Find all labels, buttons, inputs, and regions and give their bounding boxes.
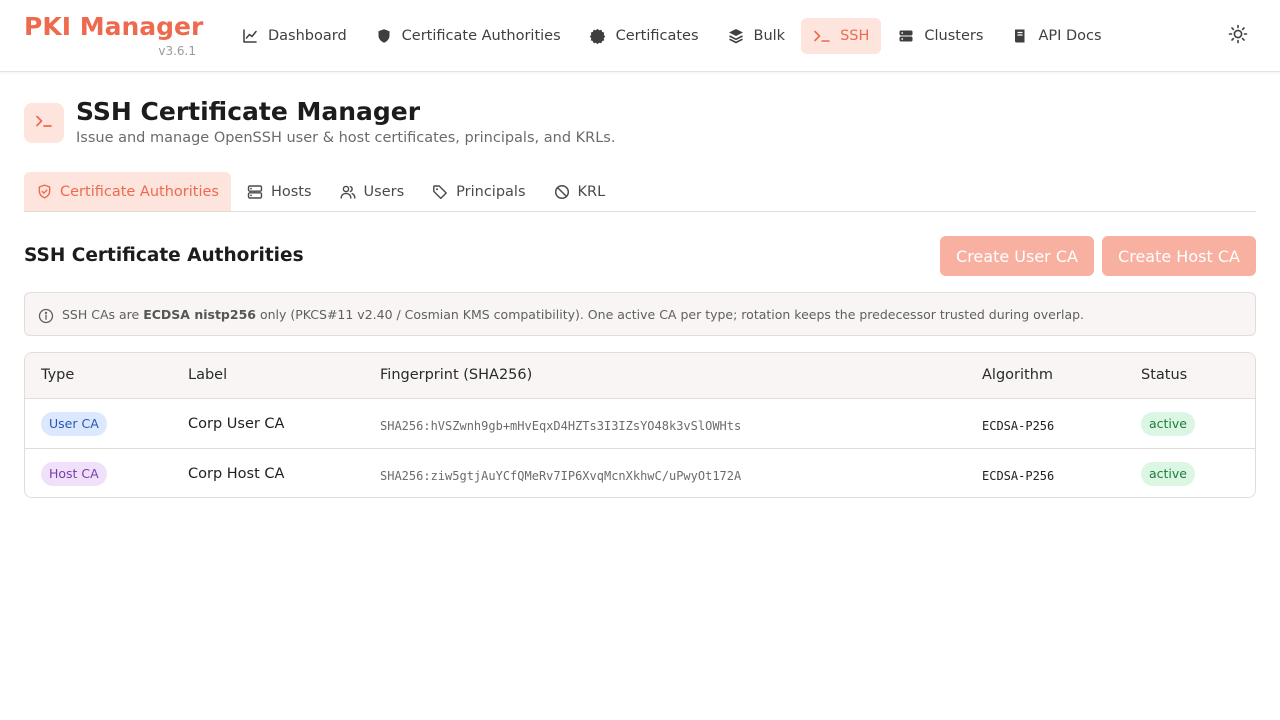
ca-label: Corp User CA bbox=[188, 416, 285, 432]
type-badge: Host CA bbox=[41, 462, 107, 486]
nav-item-api-docs[interactable]: API Docs bbox=[999, 18, 1113, 54]
info-banner: SSH CAs are ECDSA nistp256 only (PKCS#11… bbox=[24, 292, 1256, 336]
tab-principals[interactable]: Principals bbox=[420, 172, 537, 211]
info-prefix: SSH CAs are bbox=[62, 306, 144, 322]
server-icon bbox=[897, 27, 915, 45]
layers-icon bbox=[727, 27, 745, 45]
column-header-algorithm: Algorithm bbox=[982, 367, 1054, 383]
status-cell: active bbox=[1141, 399, 1195, 449]
nav-item-clusters[interactable]: Clusters bbox=[885, 18, 995, 54]
section-title: SSH Certificate Authorities bbox=[24, 245, 304, 266]
page-title: SSH Certificate Manager bbox=[76, 97, 421, 126]
info-suffix: only (PKCS#11 v2.40 / Cosmian KMS compat… bbox=[255, 306, 1085, 322]
nav-item-certificate-authorities[interactable]: Certificate Authorities bbox=[363, 18, 573, 54]
nav-item-label: SSH bbox=[840, 28, 870, 44]
table-row[interactable]: Host CA Corp Host CA SHA256:ziw5gtjAuYCf… bbox=[25, 449, 1255, 497]
badge-icon bbox=[589, 27, 607, 45]
info-text: SSH CAs are ECDSA nistp256 only (PKCS#11… bbox=[62, 307, 1084, 322]
column-header-type: Type bbox=[41, 367, 75, 383]
main-nav: Dashboard Certificate Authorities Certif… bbox=[229, 18, 1118, 54]
info-emphasis: ECDSA nistp256 bbox=[143, 306, 256, 322]
nav-item-label: Bulk bbox=[753, 28, 786, 44]
page-icon bbox=[24, 103, 64, 143]
tab-hosts[interactable]: Hosts bbox=[235, 172, 324, 211]
ca-label: Corp Host CA bbox=[188, 466, 285, 482]
label-cell: Corp Host CA bbox=[188, 449, 285, 497]
nav-item-label: Certificates bbox=[615, 28, 699, 44]
terminal-icon bbox=[35, 113, 53, 133]
theme-toggle-button[interactable] bbox=[1226, 24, 1250, 48]
app-title[interactable]: PKI Manager bbox=[24, 12, 203, 42]
page-subtitle: Issue and manage OpenSSH user & host cer… bbox=[76, 130, 616, 146]
fingerprint-cell: SHA256:ziw5gtjAuYCfQMeRv7IP6XvqMcnXkhwC/… bbox=[380, 449, 742, 497]
create-host-ca-button[interactable]: Create Host CA bbox=[1102, 236, 1256, 276]
algorithm-cell: ECDSA-P256 bbox=[982, 399, 1054, 449]
nav-item-ssh[interactable]: SSH bbox=[801, 18, 882, 54]
terminal-icon bbox=[813, 27, 831, 45]
info-icon bbox=[37, 307, 55, 325]
ssh-ca-table: Type Label Fingerprint (SHA256) Algorith… bbox=[24, 352, 1256, 498]
column-header-fingerprint: Fingerprint (SHA256) bbox=[380, 367, 533, 383]
nav-item-label: Clusters bbox=[924, 28, 984, 44]
tab-label: KRL bbox=[577, 183, 606, 200]
algorithm: ECDSA-P256 bbox=[982, 468, 1055, 483]
fingerprint: SHA256:ziw5gtjAuYCfQMeRv7IP6XvqMcnXkhwC/… bbox=[380, 468, 742, 483]
column-header-status: Status bbox=[1141, 367, 1188, 383]
type-cell: User CA bbox=[41, 399, 107, 449]
type-cell: Host CA bbox=[41, 449, 107, 497]
app-version: v3.6.1 bbox=[158, 44, 196, 58]
nav-item-bulk[interactable]: Bulk bbox=[715, 18, 798, 54]
type-badge: User CA bbox=[41, 412, 107, 436]
chart-line-icon bbox=[241, 27, 259, 45]
status-badge: active bbox=[1141, 462, 1195, 486]
algorithm: ECDSA-P256 bbox=[982, 418, 1055, 433]
tab-label: Users bbox=[363, 183, 405, 200]
top-navbar: PKI Manager v3.6.1 Dashboard Certificate… bbox=[0, 0, 1280, 72]
tab-label: Hosts bbox=[270, 183, 312, 200]
ssh-tabs: Certificate Authorities Hosts Users Prin… bbox=[24, 172, 1256, 212]
users-icon bbox=[340, 184, 356, 200]
book-icon bbox=[1011, 27, 1029, 45]
fingerprint-cell: SHA256:hVSZwnh9gb+mHvEqxD4HZTs3I3IZsYO48… bbox=[380, 399, 741, 449]
status-badge: active bbox=[1141, 412, 1195, 436]
table-row[interactable]: User CA Corp User CA SHA256:hVSZwnh9gb+m… bbox=[25, 399, 1255, 449]
status-cell: active bbox=[1141, 449, 1195, 497]
create-user-ca-button[interactable]: Create User CA bbox=[940, 236, 1094, 276]
ban-icon bbox=[554, 184, 570, 200]
server-icon bbox=[247, 184, 263, 200]
shield-icon bbox=[375, 27, 393, 45]
shield-check-icon bbox=[36, 184, 52, 200]
nav-item-label: Dashboard bbox=[268, 28, 347, 44]
table-header: Type Label Fingerprint (SHA256) Algorith… bbox=[25, 353, 1255, 399]
tab-certificate-authorities[interactable]: Certificate Authorities bbox=[24, 172, 231, 211]
tab-label: Principals bbox=[456, 183, 526, 200]
label-cell: Corp User CA bbox=[188, 399, 284, 449]
tab-krl[interactable]: KRL bbox=[542, 172, 618, 211]
brand[interactable]: PKI Manager v3.6.1 bbox=[24, 12, 203, 59]
algorithm-cell: ECDSA-P256 bbox=[982, 449, 1055, 497]
nav-item-dashboard[interactable]: Dashboard bbox=[229, 18, 359, 54]
nav-item-label: API Docs bbox=[1038, 28, 1102, 44]
fingerprint: SHA256:hVSZwnh9gb+mHvEqxD4HZTs3I3IZsYO48… bbox=[380, 418, 742, 433]
column-header-label: Label bbox=[188, 367, 228, 383]
tab-label: Certificate Authorities bbox=[60, 183, 219, 200]
tab-users[interactable]: Users bbox=[328, 172, 417, 211]
nav-item-certificates[interactable]: Certificates bbox=[577, 18, 711, 54]
tag-icon bbox=[432, 184, 448, 200]
nav-item-label: Certificate Authorities bbox=[401, 28, 561, 44]
sun-icon bbox=[1228, 24, 1248, 48]
